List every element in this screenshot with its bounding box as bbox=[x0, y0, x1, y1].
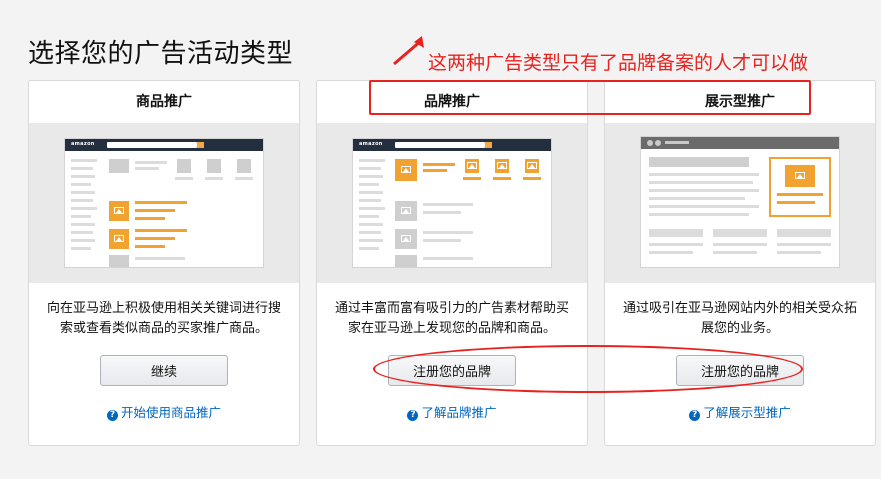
browser-mockup bbox=[641, 137, 839, 267]
help-icon: ? bbox=[689, 410, 701, 421]
annotation-highlight-ellipse bbox=[373, 345, 803, 393]
card-description: 通过吸引在亚马逊网站内外的相关受众拓展您的业务。 bbox=[622, 301, 857, 336]
card-preview-image: amazon bbox=[29, 123, 299, 283]
mock-search-box bbox=[395, 142, 485, 148]
help-link[interactable]: ? 了解展示型推广 bbox=[605, 402, 875, 421]
help-link-label: 了解展示型推广 bbox=[703, 405, 791, 420]
card-preview-image bbox=[605, 123, 875, 283]
amazon-logo: amazon bbox=[359, 141, 383, 147]
help-icon: ? bbox=[106, 410, 118, 421]
mock-navbar: amazon bbox=[65, 139, 263, 151]
help-link-label: 开始使用商品推广 bbox=[120, 405, 221, 420]
page-title: 选择您的广告活动类型 bbox=[28, 39, 294, 69]
help-icon: ? bbox=[407, 410, 419, 421]
card-title: 商品推广 bbox=[136, 94, 192, 110]
help-link[interactable]: ? 开始使用商品推广 bbox=[29, 402, 299, 421]
mock-navbar bbox=[641, 137, 839, 149]
card-description: 向在亚马逊上积极使用相关关键词进行搜索或查看类似商品的买家推广商品。 bbox=[46, 301, 281, 336]
help-link[interactable]: ? 了解品牌推广 bbox=[317, 402, 587, 421]
annotation-text: 这两种广告类型只有了品牌备案的人才可以做 bbox=[428, 52, 809, 74]
mock-search-button bbox=[197, 142, 204, 148]
amazon-logo: amazon bbox=[71, 141, 95, 147]
browser-mockup: amazon bbox=[65, 139, 263, 267]
card-sponsored-products: 商品推广 amazon 向在亚马逊上积极使用相关关键词进行搜索或查看类似商品的买… bbox=[28, 80, 300, 446]
continue-button[interactable]: 继续 bbox=[100, 355, 228, 386]
help-link-label: 了解品牌推广 bbox=[421, 405, 497, 420]
card-description: 通过丰富而富有吸引力的广告素材帮助买家在亚马逊上发现您的品牌和商品。 bbox=[334, 301, 569, 336]
annotation-arrow-icon bbox=[393, 36, 424, 66]
mock-search-button bbox=[485, 142, 492, 148]
card-preview-image: amazon bbox=[317, 123, 587, 283]
mock-navbar: amazon bbox=[353, 139, 551, 151]
annotation-highlight-box bbox=[369, 80, 811, 115]
browser-mockup: amazon bbox=[353, 139, 551, 267]
mock-search-box bbox=[107, 142, 197, 148]
